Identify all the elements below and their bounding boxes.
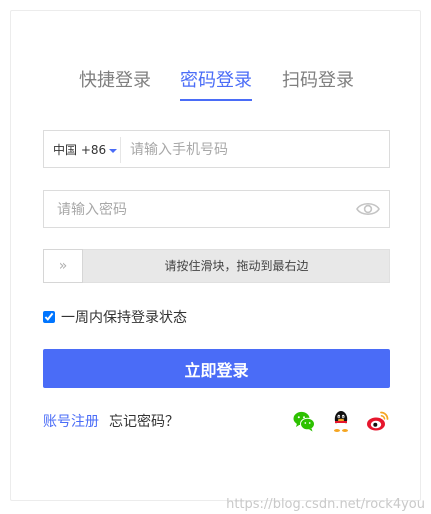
field-divider bbox=[120, 137, 121, 163]
slider-handle[interactable]: » bbox=[43, 249, 83, 283]
forgot-password-link[interactable]: 忘记密码？ bbox=[109, 414, 179, 430]
watermark: https://blog.csdn.net/rock4you bbox=[226, 497, 425, 512]
password-field bbox=[43, 190, 390, 228]
phone-input[interactable] bbox=[130, 140, 380, 160]
tab-password-login[interactable]: 密码登录 bbox=[180, 66, 252, 92]
slider-hint: 请按住滑块，拖动到最右边 bbox=[164, 259, 309, 273]
tab-quick-login[interactable]: 快捷登录 bbox=[79, 66, 151, 92]
active-tab-indicator bbox=[180, 99, 252, 101]
login-card: 快捷登录 密码登录 扫码登录 中国 +86 » 请按住滑块，拖动到最右边 一周内… bbox=[10, 10, 421, 501]
remember-label: 一周内保持登录状态 bbox=[61, 310, 187, 326]
eye-icon[interactable] bbox=[356, 200, 380, 218]
slider-captcha: » 请按住滑块，拖动到最右边 bbox=[43, 249, 390, 283]
caret-down-icon bbox=[109, 148, 118, 153]
qq-icon[interactable] bbox=[329, 409, 353, 433]
remember-me: 一周内保持登录状态 bbox=[43, 307, 187, 326]
country-code-label: 中国 +86 bbox=[53, 143, 107, 157]
register-link[interactable]: 账号注册 bbox=[43, 414, 99, 430]
tab-qrcode-login[interactable]: 扫码登录 bbox=[282, 66, 354, 92]
wechat-icon[interactable] bbox=[292, 409, 316, 433]
phone-field: 中国 +86 bbox=[43, 130, 390, 168]
password-input[interactable] bbox=[57, 200, 347, 220]
weibo-icon[interactable] bbox=[366, 409, 390, 433]
social-login bbox=[284, 409, 390, 433]
country-code-select[interactable]: 中国 +86 bbox=[53, 141, 118, 158]
account-links: 账号注册 忘记密码？ bbox=[43, 411, 179, 431]
remember-checkbox[interactable] bbox=[43, 311, 55, 323]
login-button[interactable]: 立即登录 bbox=[43, 349, 390, 388]
login-tabs: 快捷登录 密码登录 扫码登录 bbox=[11, 66, 422, 106]
